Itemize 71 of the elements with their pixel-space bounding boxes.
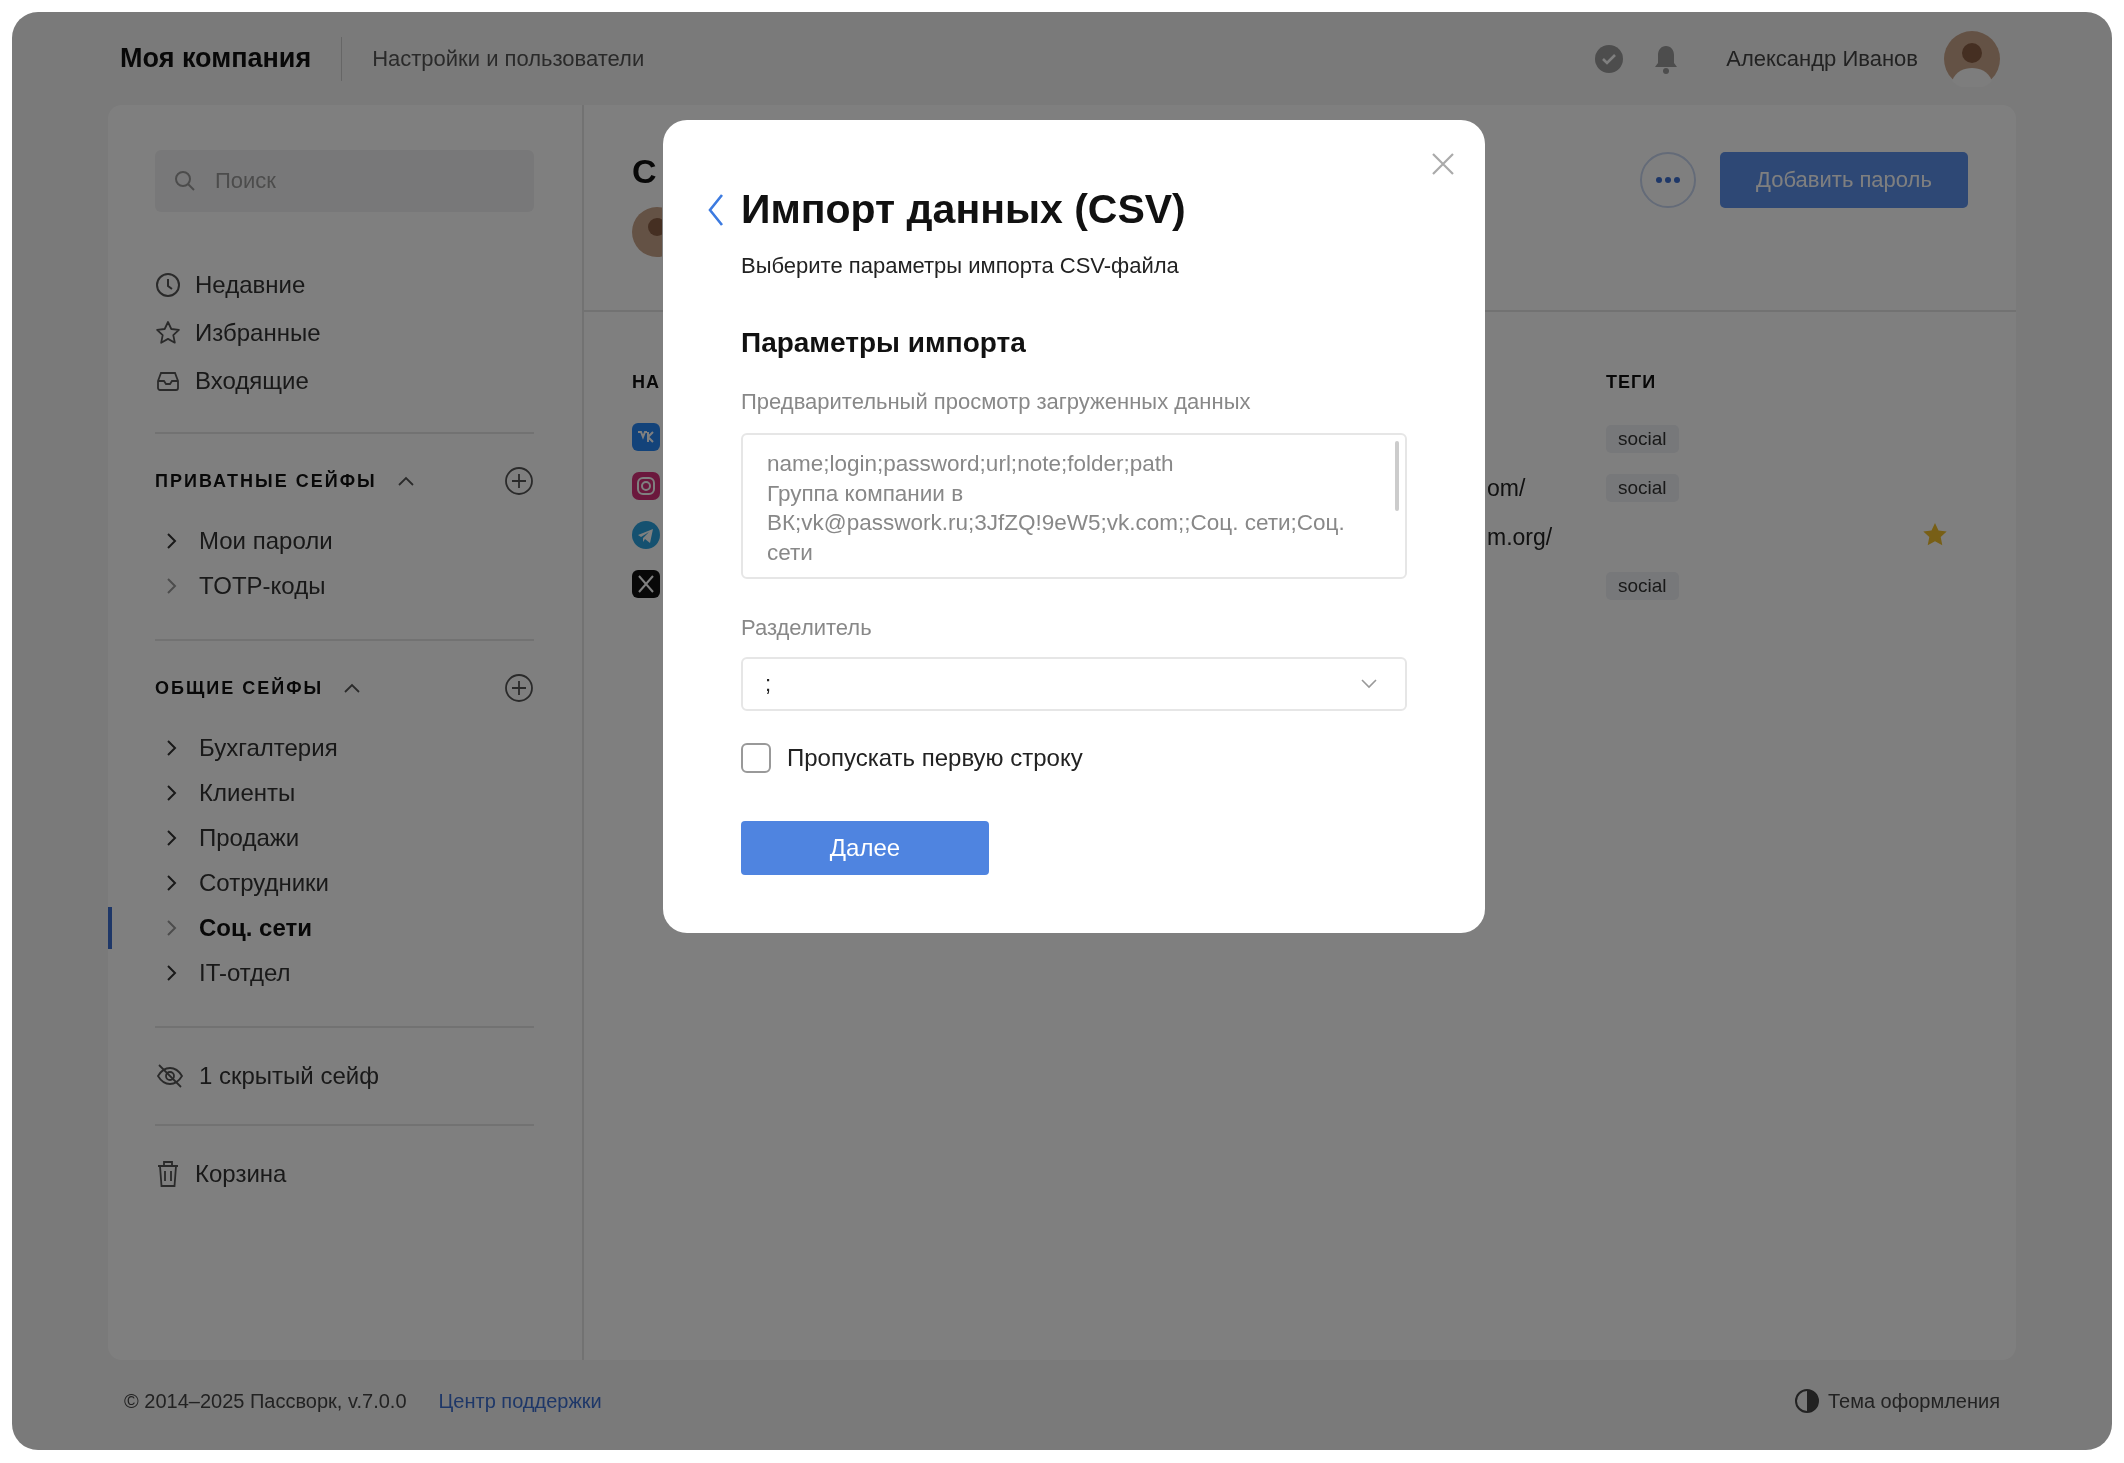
vault-item[interactable]: Продажи <box>155 825 534 851</box>
add-password-button[interactable]: Добавить пароль <box>1720 152 1968 208</box>
url-text: om/ <box>1487 474 1526 501</box>
column-header: НА <box>632 371 660 392</box>
support-link[interactable]: Центр поддержки <box>438 1389 602 1413</box>
chevron-right-icon <box>165 739 177 757</box>
eye-off-icon <box>155 1063 185 1089</box>
trash-icon <box>155 1159 181 1189</box>
chevron-right-icon <box>165 919 177 937</box>
chevron-right-icon <box>165 964 177 982</box>
tag[interactable]: social <box>1606 425 1679 453</box>
add-circle-icon[interactable] <box>504 466 534 496</box>
paper-plane-logo-icon <box>632 521 660 549</box>
vault-item[interactable]: Мои пароли <box>155 528 534 554</box>
copyright-text: © 2014–2025 Пассворк, v.7.0.0 <box>124 1389 407 1413</box>
checkbox-label[interactable]: Пропускать первую строку <box>787 744 1083 772</box>
close-icon[interactable] <box>1431 152 1455 176</box>
chevron-right-icon <box>165 577 177 595</box>
hidden-vaults-link[interactable]: 1 скрытый сейф <box>155 1028 534 1124</box>
field-label: Предварительный просмотр загруженных данных <box>741 389 1252 415</box>
vault-item[interactable]: IT-отдел <box>155 960 534 986</box>
section-heading: Параметры импорта <box>741 327 1027 359</box>
favorite-star-icon <box>1922 522 1948 548</box>
dialog-subtitle: Выберите параметры импорта CSV-файла <box>741 253 1180 279</box>
nav-item[interactable]: Недавние <box>155 272 534 298</box>
url-text: m.org/ <box>1487 523 1553 550</box>
field-label: Разделитель <box>741 615 873 641</box>
avatar <box>632 207 662 257</box>
chevron-up-icon[interactable] <box>343 682 362 694</box>
vault-item[interactable]: Сотрудники <box>155 870 534 896</box>
vault-item[interactable]: Клиенты <box>155 780 534 806</box>
more-icon <box>1656 177 1680 183</box>
chevron-right-icon <box>165 874 177 892</box>
avatar[interactable] <box>1944 30 2000 87</box>
contrast-icon <box>1793 1388 1820 1414</box>
chevron-right-icon <box>165 829 177 847</box>
star-icon <box>155 320 181 346</box>
tag[interactable]: social <box>1606 572 1679 600</box>
dialog-title: Импорт данных (CSV) <box>741 186 1186 233</box>
camera-logo-icon <box>632 472 660 500</box>
vault-item[interactable]: Соц. сети <box>155 915 534 941</box>
next-button[interactable]: Далее <box>741 821 989 875</box>
more-button[interactable] <box>1640 152 1696 208</box>
nav-item[interactable]: Входящие <box>155 368 534 394</box>
add-circle-icon[interactable] <box>504 673 534 703</box>
vk-logo-icon <box>632 423 660 451</box>
tag[interactable]: social <box>1606 474 1679 502</box>
company-name[interactable]: Моя компания <box>120 43 312 74</box>
clock-icon <box>155 272 181 298</box>
section-title: ОБЩИЕ СЕЙФЫ <box>155 677 324 699</box>
trash-link[interactable]: Корзина <box>155 1126 534 1222</box>
column-header: ТЕГИ <box>1606 371 1657 393</box>
search-icon <box>173 169 197 193</box>
chevron-right-icon <box>165 784 177 802</box>
separator-dropdown[interactable]: ; <box>741 657 1407 711</box>
vault-item[interactable]: Бухгалтерия <box>155 735 534 761</box>
section-title: ПРИВАТНЫЕ СЕЙФЫ <box>155 470 377 492</box>
check-circle-icon[interactable] <box>1594 43 1625 74</box>
theme-toggle[interactable]: Тема оформления <box>1793 1388 2000 1414</box>
section-link[interactable]: Настройки и пользователи <box>372 45 645 72</box>
chevron-right-icon <box>165 532 177 550</box>
checkbox[interactable] <box>741 743 771 773</box>
chevron-up-icon[interactable] <box>396 475 415 487</box>
chevron-down-icon <box>1361 679 1377 689</box>
preview-field[interactable]: name;login;password;url;note;folder;path Группа компании в ВК;vk@passwork.ru;3JfZQ!9eW5;vk.com;;Соц. сети;Соц. сети <box>741 433 1407 579</box>
vault-title: С <box>632 152 658 191</box>
nav-item[interactable]: Избранные <box>155 320 534 346</box>
x-logo-icon <box>632 570 660 598</box>
user-name[interactable]: Александр Иванов <box>1726 45 1918 72</box>
vault-item[interactable]: TOTP-коды <box>155 573 534 599</box>
selection-indicator <box>108 907 112 949</box>
